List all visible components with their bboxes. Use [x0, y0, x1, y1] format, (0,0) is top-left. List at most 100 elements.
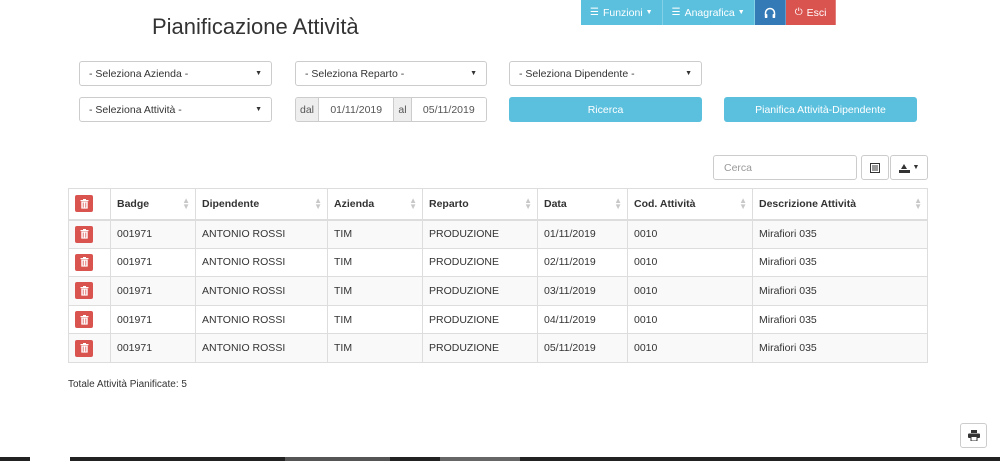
delete-cell: [68, 247, 111, 277]
cod-attivita-cell: 0010: [627, 304, 753, 334]
dipendente-cell: ANTONIO ROSSI: [195, 247, 328, 277]
data-cell: 05/11/2019: [537, 333, 628, 363]
power-icon: ⏻: [794, 7, 803, 18]
page-title: Pianificazione Attività: [152, 14, 359, 39]
cod-attivita-cell: 0010: [627, 333, 753, 363]
funzioni-menu[interactable]: ☰ Funzioni ▼: [581, 0, 663, 25]
dipendente-cell: ANTONIO ROSSI: [195, 304, 328, 334]
trash-icon: [80, 257, 88, 267]
columns-toggle-button[interactable]: [861, 155, 889, 180]
sort-icon: ▲ ▼: [614, 196, 622, 211]
esci-button[interactable]: ⏻ Esci: [785, 0, 837, 25]
al-date-input[interactable]: 05/11/2019: [411, 98, 486, 121]
sort-icon: ▲ ▼: [409, 196, 417, 211]
delete-row-button[interactable]: [75, 311, 93, 329]
export-icon: [898, 163, 910, 173]
header-delete: [68, 188, 111, 221]
sort-icon: ▲ ▼: [914, 196, 922, 211]
dipendente-select[interactable]: - Seleziona Dipendente - ▼: [509, 61, 702, 86]
reparto-select-value: - Seleziona Reparto -: [305, 67, 405, 80]
data-cell: 03/11/2019: [537, 276, 628, 306]
badge-cell: 001971: [110, 247, 196, 277]
attivita-select-value: - Seleziona Attività -: [89, 103, 182, 116]
badge-cell: 001971: [110, 276, 196, 306]
delete-row-button[interactable]: [75, 253, 93, 271]
caret-down-icon: ▼: [645, 9, 653, 16]
activities-table: Badge ▲ ▼ Dipendente ▲ ▼ Azienda ▲ ▼ Reparto ▲ ▼…: [68, 188, 928, 363]
reparto-select[interactable]: - Seleziona Reparto - ▼: [295, 61, 487, 86]
azienda-cell: TIM: [327, 276, 423, 306]
header-reparto[interactable]: Reparto ▲ ▼: [422, 188, 538, 221]
badge-cell: 001971: [110, 333, 196, 363]
data-cell: 02/11/2019: [537, 247, 628, 277]
sort-icon: ▲ ▼: [314, 196, 322, 211]
azienda-cell: TIM: [327, 304, 423, 334]
print-button[interactable]: [960, 423, 987, 448]
bottom-strip: [0, 457, 1000, 461]
dipendente-cell: ANTONIO ROSSI: [195, 333, 328, 363]
delete-cell: [68, 276, 111, 306]
data-cell: 01/11/2019: [537, 219, 628, 249]
descrizione-cell: Mirafiori 035: [752, 333, 928, 363]
table-row: 001971 ANTONIO ROSSI TIM PRODUZIONE 03/11/20…: [68, 276, 928, 306]
caret-down-icon: ▼: [255, 106, 262, 113]
descrizione-cell: Mirafiori 035: [752, 304, 928, 334]
dal-date-input[interactable]: 01/11/2019: [319, 98, 394, 121]
descrizione-cell: Mirafiori 035: [752, 276, 928, 306]
search-placeholder: Cerca: [724, 161, 753, 174]
sort-icon: ▲ ▼: [739, 196, 747, 211]
table-body: 001971 ANTONIO ROSSI TIM PRODUZIONE 01/11/20…: [68, 219, 928, 363]
headphones-icon: [764, 7, 775, 18]
caret-down-icon: ▼: [255, 70, 262, 77]
dipendente-cell: ANTONIO ROSSI: [195, 276, 328, 306]
descrizione-cell: Mirafiori 035: [752, 247, 928, 277]
search-input[interactable]: Cerca: [713, 155, 857, 180]
header-cod-attivita[interactable]: Cod. Attività ▲ ▼: [627, 188, 753, 221]
pianifica-button[interactable]: Pianifica Attività-Dipendente: [724, 97, 917, 122]
caret-down-icon: ▼: [685, 70, 692, 77]
anagrafica-label: Anagrafica: [684, 6, 735, 19]
cod-attivita-cell: 0010: [627, 247, 753, 277]
headphones-button[interactable]: [754, 0, 786, 25]
ricerca-button[interactable]: Ricerca: [509, 97, 702, 122]
delete-row-button[interactable]: [75, 339, 93, 357]
sort-icon: ▲ ▼: [524, 196, 532, 211]
reparto-cell: PRODUZIONE: [422, 276, 538, 306]
azienda-select[interactable]: - Seleziona Azienda - ▼: [79, 61, 272, 86]
reparto-cell: PRODUZIONE: [422, 247, 538, 277]
header-dipendente[interactable]: Dipendente ▲ ▼: [195, 188, 328, 221]
table-row: 001971 ANTONIO ROSSI TIM PRODUZIONE 01/11/20…: [68, 219, 928, 249]
delete-row-button[interactable]: [75, 225, 93, 243]
header-badge[interactable]: Badge ▲ ▼: [110, 188, 196, 221]
trash-icon: [80, 285, 88, 296]
azienda-cell: TIM: [327, 247, 423, 277]
sort-icon: ▲ ▼: [182, 196, 190, 211]
cod-attivita-cell: 0010: [627, 276, 753, 306]
trash-icon: [80, 343, 88, 353]
azienda-select-value: - Seleziona Azienda -: [89, 67, 189, 80]
funzioni-label: Funzioni: [602, 6, 643, 19]
total-count: Totale Attività Pianificate: 5: [68, 379, 187, 390]
reparto-cell: PRODUZIONE: [422, 304, 538, 334]
caret-down-icon: ▼: [737, 9, 745, 16]
attivita-select[interactable]: - Seleziona Attività - ▼: [79, 97, 272, 122]
table-row: 001971 ANTONIO ROSSI TIM PRODUZIONE 04/11/20…: [68, 304, 928, 334]
dipendente-select-value: - Seleziona Dipendente -: [519, 67, 635, 80]
table-row: 001971 ANTONIO ROSSI TIM PRODUZIONE 02/11/20…: [68, 247, 928, 277]
trash-icon: [80, 198, 88, 209]
list-icon: ☰: [590, 7, 599, 18]
delete-all-button[interactable]: [75, 195, 93, 213]
top-nav: ☰ Funzioni ▼ ☰ Anagrafica ▼ ⏻ Esci: [581, 0, 837, 25]
reparto-cell: PRODUZIONE: [422, 219, 538, 249]
dipendente-cell: ANTONIO ROSSI: [195, 219, 328, 249]
trash-icon: [80, 314, 88, 325]
list-icon: [870, 162, 880, 173]
header-descrizione-attivita[interactable]: Descrizione Attività ▲ ▼: [752, 188, 928, 221]
anagrafica-menu[interactable]: ☰ Anagrafica ▼: [662, 0, 755, 25]
caret-down-icon: ▼: [912, 164, 920, 171]
header-data[interactable]: Data ▲ ▼: [537, 188, 628, 221]
export-button[interactable]: ▼: [890, 155, 928, 180]
delete-row-button[interactable]: [75, 282, 93, 300]
azienda-cell: TIM: [327, 333, 423, 363]
header-azienda[interactable]: Azienda ▲ ▼: [327, 188, 423, 221]
